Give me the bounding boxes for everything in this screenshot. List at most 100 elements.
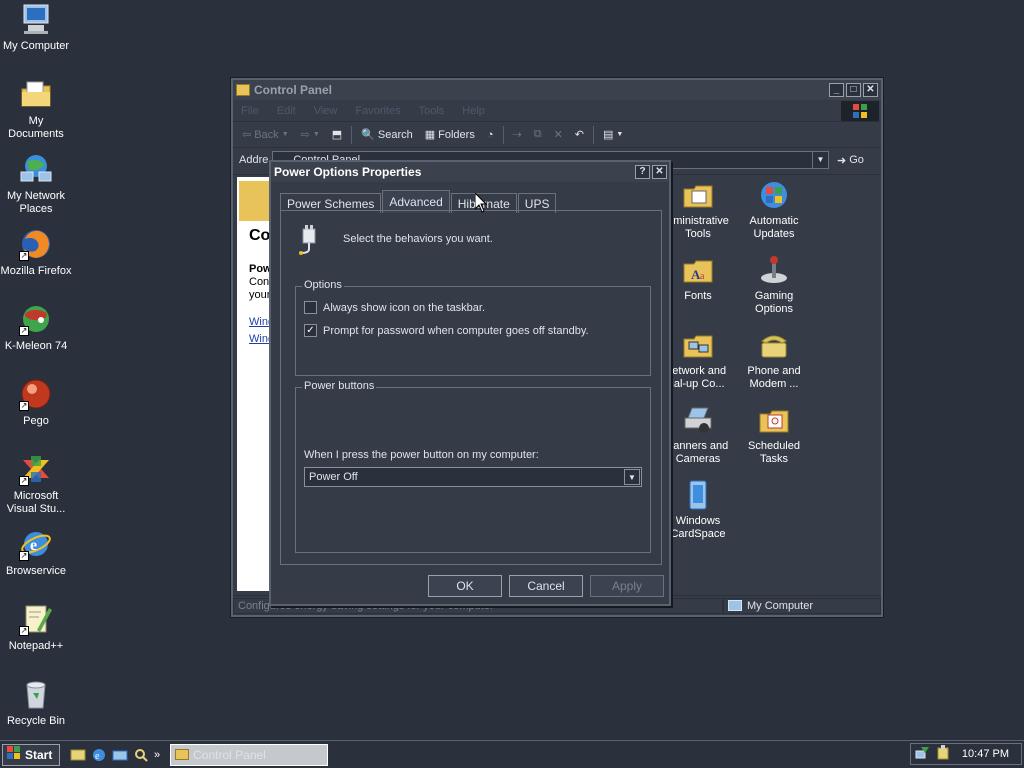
history-button[interactable]: ◔: [484, 129, 497, 141]
apply-button[interactable]: Apply: [590, 575, 664, 597]
k-meleon-icon: ↗: [19, 302, 53, 336]
svg-text:e: e: [30, 537, 37, 554]
desktop-icon-notepad-plus-plus[interactable]: ↗ Notepad++: [0, 602, 72, 653]
power-buttons-legend: Power buttons: [302, 380, 377, 392]
desktop-icon-browservice[interactable]: e ↗ Browservice: [0, 527, 72, 578]
cp-item-label: dministrative Tools: [667, 215, 729, 240]
prompt-password-checkbox-row[interactable]: ✓ Prompt for password when computer goes…: [304, 324, 589, 337]
cp-item-fonts[interactable]: Aa Fonts: [663, 254, 733, 303]
up-folder-icon: ⬒: [331, 129, 343, 141]
cp-item-label: Phone and Modem ...: [747, 365, 801, 390]
delete-button[interactable]: ✕: [551, 128, 566, 141]
menu-help[interactable]: Help: [462, 105, 485, 117]
cp-item-windows-cardspace[interactable]: Windows CardSpace: [663, 479, 733, 541]
menu-bar: File Edit View Favorites Tools Help: [233, 100, 881, 122]
shortcut-arrow-icon: ↗: [19, 251, 29, 261]
menu-tools[interactable]: Tools: [419, 105, 445, 117]
show-desktop-icon[interactable]: [70, 747, 86, 763]
search-icon: 🔍: [361, 129, 375, 141]
maximize-button[interactable]: □: [846, 83, 861, 97]
up-folder-button[interactable]: ⬒: [329, 128, 345, 141]
menu-file[interactable]: File: [241, 105, 259, 117]
scanners-cameras-icon: [682, 404, 714, 436]
task-pane-line: your: [249, 289, 271, 301]
task-pane-heading: Co: [249, 227, 271, 244]
desktop-icon-label: Pego: [23, 415, 49, 427]
quick-launch-overflow-icon[interactable]: »: [154, 749, 160, 761]
desktop-icon-mozilla-firefox[interactable]: ↗ Mozilla Firefox: [0, 227, 72, 278]
desktop-icon-k-meleon[interactable]: ↗ K-Meleon 74: [0, 302, 72, 353]
folders-button[interactable]: ▦ Folders: [422, 128, 478, 142]
help-button[interactable]: ?: [635, 165, 650, 179]
network-tray-icon[interactable]: [915, 745, 931, 764]
admin-tools-icon: [682, 179, 714, 211]
minimize-button[interactable]: _: [829, 83, 844, 97]
search-button[interactable]: 🔍 Search: [358, 128, 416, 142]
dialog-close-button[interactable]: ✕: [652, 165, 667, 179]
cp-item-network-connections[interactable]: letwork and ial-up Co...: [663, 329, 733, 391]
ok-button[interactable]: OK: [428, 575, 502, 597]
prompt-password-checkbox[interactable]: ✓: [304, 324, 317, 337]
show-icon-checkbox-row[interactable]: Always show icon on the taskbar.: [304, 301, 485, 314]
svg-text:a: a: [700, 271, 705, 282]
search-icon[interactable]: [133, 747, 149, 763]
folder-icon: [175, 749, 190, 760]
desktop-icon-pego[interactable]: ↗ Pego: [0, 377, 72, 428]
move-to-icon: ⇢: [512, 129, 522, 141]
desktop-icon-label: My Computer: [2, 40, 70, 52]
internet-explorer-icon[interactable]: e: [91, 747, 107, 763]
cancel-button[interactable]: Cancel: [509, 575, 583, 597]
chevron-down-icon: ▼: [616, 131, 624, 138]
power-tray-icon[interactable]: [935, 744, 951, 764]
dialog-title: Power Options Properties: [274, 165, 422, 179]
advanced-tab-panel: Select the behaviors you want. Options A…: [280, 210, 662, 565]
forward-button[interactable]: ⇨ ▼: [298, 128, 323, 141]
cp-item-label: Automatic Updates: [749, 215, 799, 240]
copy-to-icon: ⧉: [533, 128, 542, 140]
menu-favorites[interactable]: Favorites: [355, 105, 400, 117]
move-to-button[interactable]: ⇢: [510, 128, 525, 141]
quick-launch: e »: [70, 747, 160, 763]
go-button[interactable]: ➜ Go: [837, 154, 881, 167]
show-icon-checkbox[interactable]: [304, 301, 317, 314]
cp-item-automatic-updates[interactable]: Automatic Updates: [739, 179, 809, 241]
toolbar-separator: [593, 125, 595, 144]
cp-item-scheduled-tasks[interactable]: Scheduled Tasks: [739, 404, 809, 466]
desktop-icon-my-computer[interactable]: My Computer: [0, 2, 72, 53]
taskbar-item-control-panel[interactable]: Control Panel: [170, 743, 329, 766]
views-button[interactable]: ▤ ▼: [600, 128, 626, 141]
my-documents-icon: [19, 77, 53, 111]
control-panel-titlebar[interactable]: Control Panel _ □ ✕: [233, 80, 881, 100]
chevron-down-icon: ▼: [281, 131, 289, 138]
power-button-prompt: When I press the power button on my comp…: [304, 449, 539, 461]
desktop-icon-visual-studio[interactable]: ↗ Microsoft Visual Stu...: [0, 452, 72, 516]
desktop-icon-my-network-places[interactable]: My Network Places: [0, 152, 72, 216]
menu-view[interactable]: View: [314, 105, 338, 117]
cp-item-administrative-tools[interactable]: dministrative Tools: [663, 179, 733, 241]
history-icon: ◔: [486, 128, 494, 141]
status-location: My Computer: [723, 597, 881, 614]
cp-item-phone-modem[interactable]: Phone and Modem ...: [739, 329, 809, 391]
dialog-titlebar[interactable]: Power Options Properties ? ✕: [271, 162, 669, 182]
cp-item-label: canners and Cameras: [667, 440, 729, 465]
desktop-icon-my-documents[interactable]: My Documents: [0, 77, 72, 141]
copy-to-button[interactable]: ⧉: [531, 128, 545, 141]
chevron-down-icon[interactable]: ▼: [624, 469, 640, 485]
power-button-action-select[interactable]: Power Off ▼: [304, 467, 642, 487]
desktop-icon-recycle-bin[interactable]: Recycle Bin: [0, 677, 72, 728]
address-dropdown-icon[interactable]: ▼: [812, 152, 828, 168]
outlook-express-icon[interactable]: [112, 747, 128, 763]
undo-button[interactable]: ↶: [572, 128, 587, 141]
my-computer-icon: [19, 2, 53, 36]
windows-cardspace-icon: [682, 479, 714, 511]
menu-edit[interactable]: Edit: [277, 105, 296, 117]
delete-icon: ✕: [553, 129, 563, 141]
close-button[interactable]: ✕: [863, 83, 878, 97]
toolbar-separator: [351, 125, 353, 144]
cp-item-scanners-cameras[interactable]: canners and Cameras: [663, 404, 733, 466]
cp-item-gaming-options[interactable]: Gaming Options: [739, 254, 809, 316]
mouse-cursor-icon: [474, 191, 488, 216]
back-button[interactable]: ⇦ Back ▼: [239, 128, 292, 142]
power-buttons-group: Power buttons When I press the power but…: [295, 380, 651, 553]
start-button[interactable]: Start: [2, 743, 60, 766]
